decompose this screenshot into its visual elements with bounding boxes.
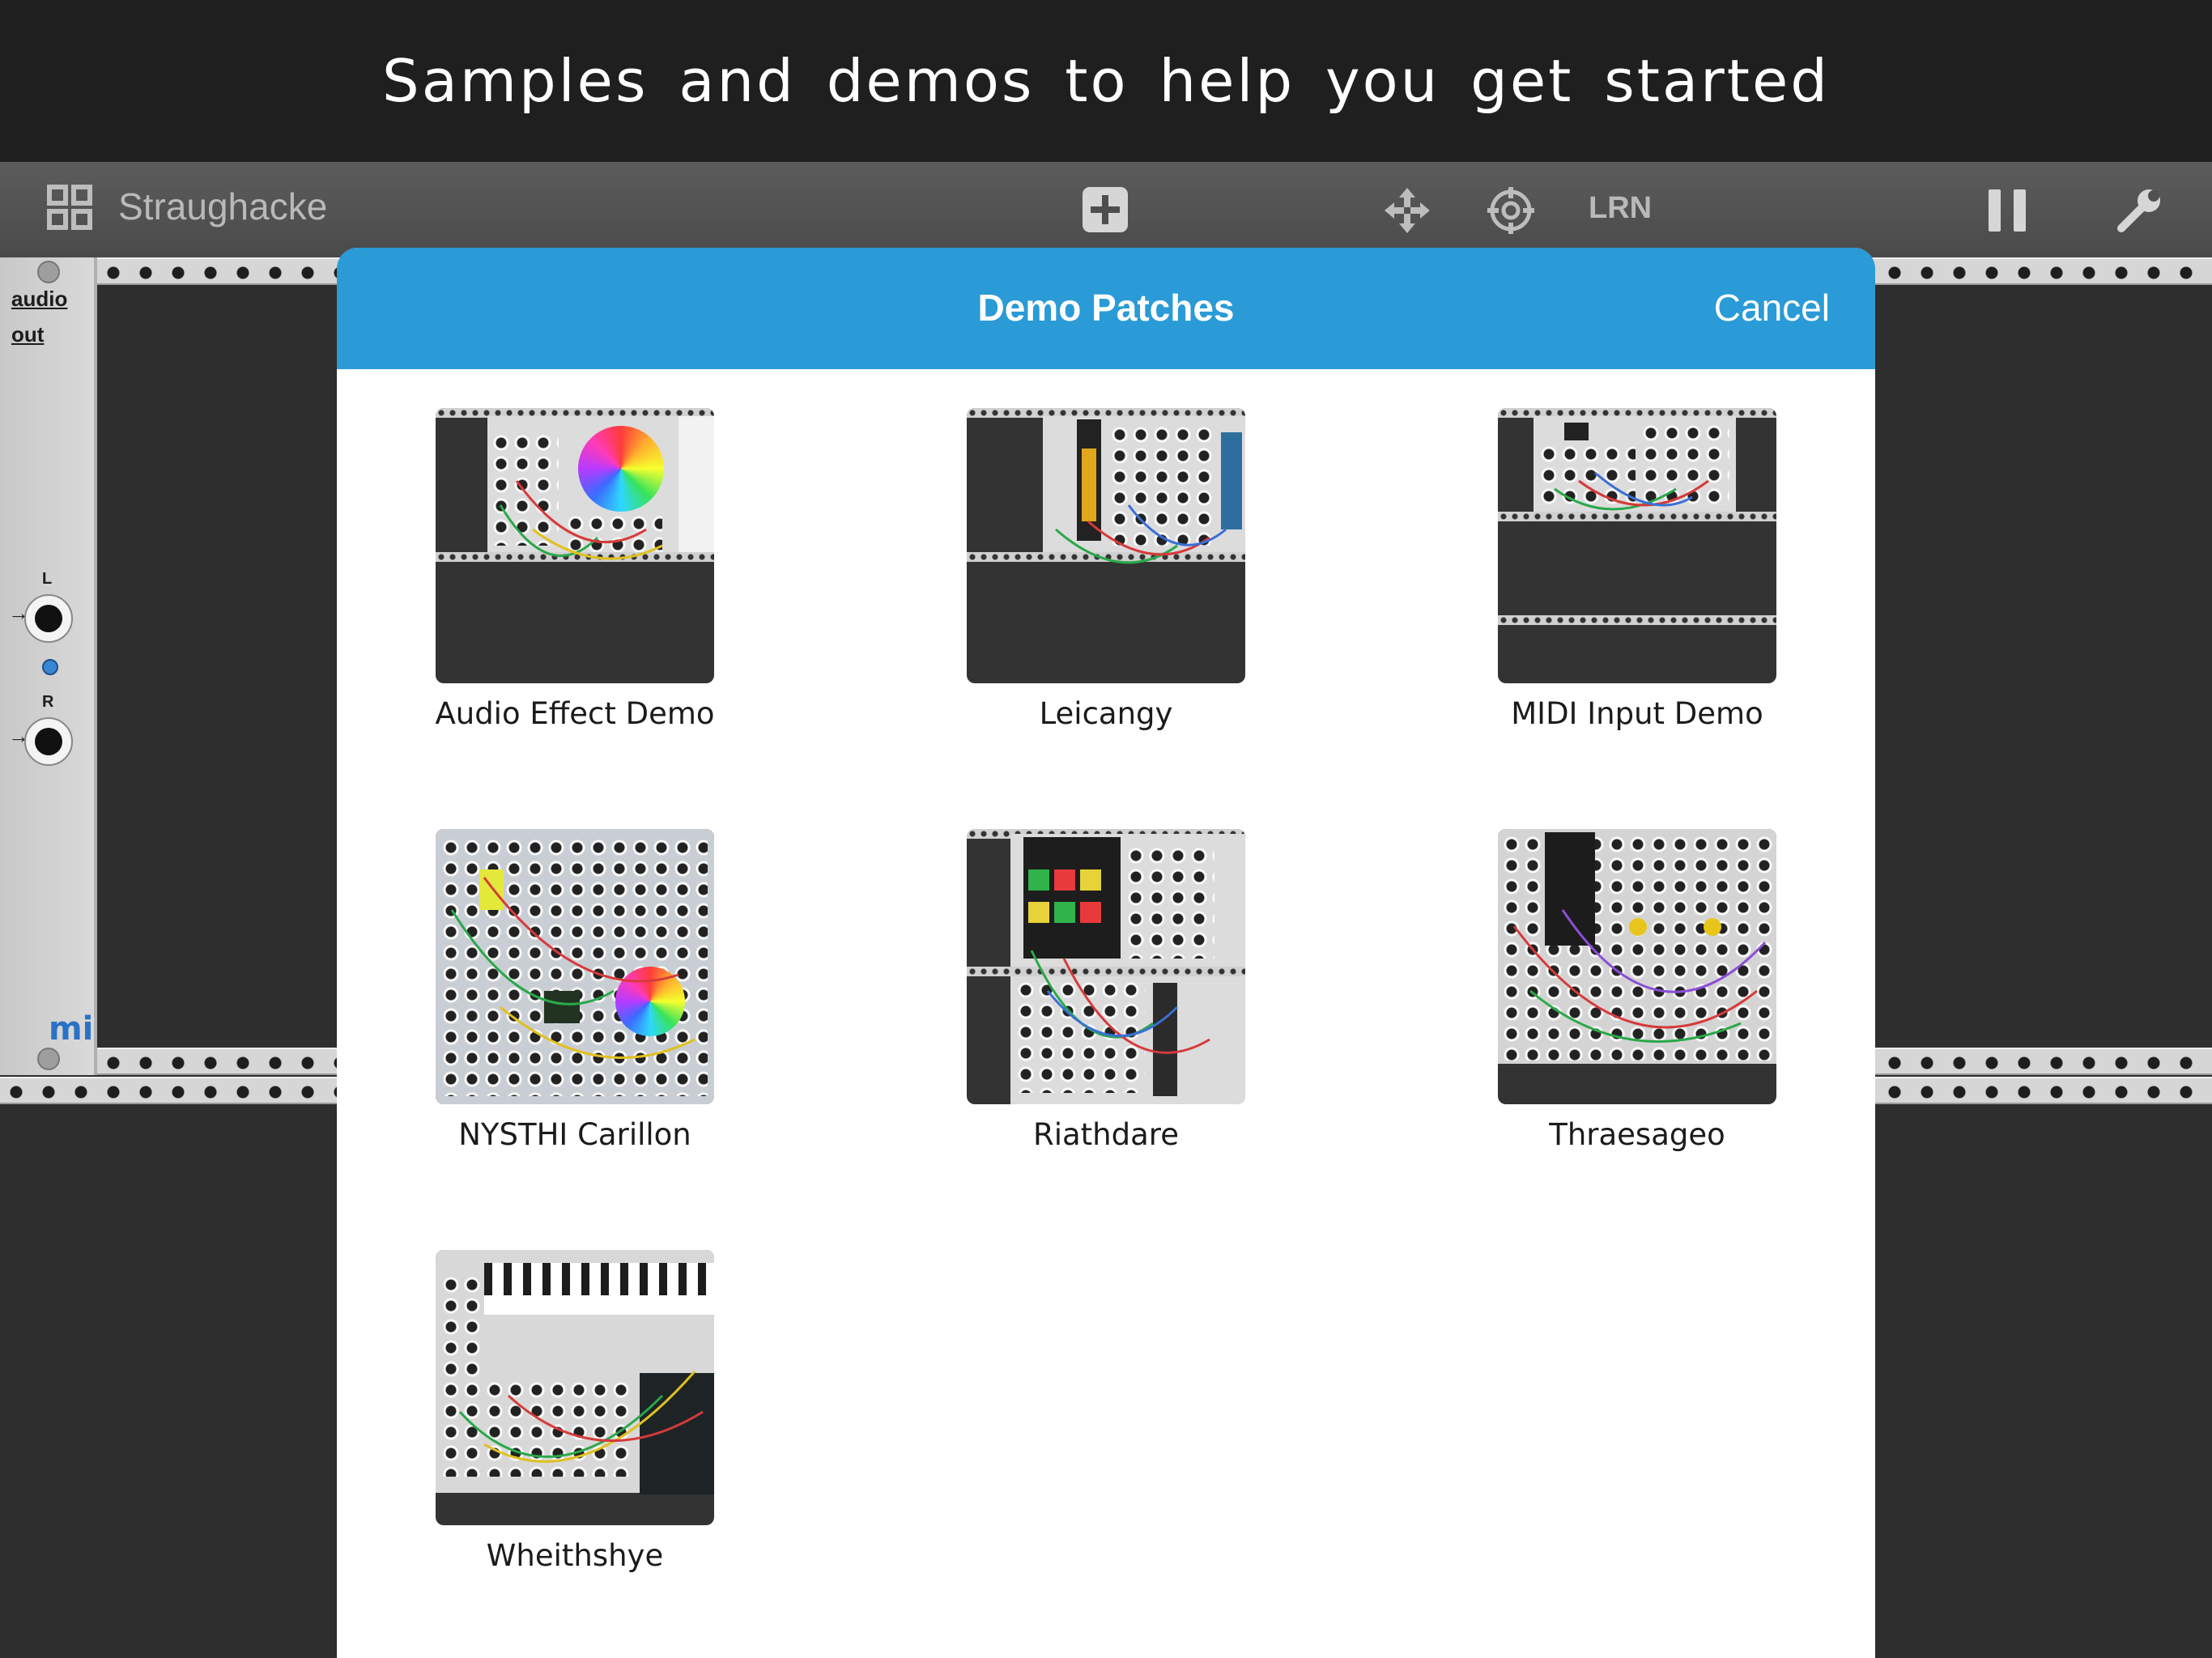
module-logo: mi [49,1010,94,1048]
left-channel-label: L [42,570,53,588]
patch-thumbnail[interactable] [967,829,1245,1104]
patch-tile-thraesageo[interactable]: Thraesageo [1498,829,1776,1152]
module-title-out: out [11,322,45,346]
patch-tile-audio-effect-demo[interactable]: Audio Effect Demo [435,408,715,731]
patch-name[interactable]: Straughacke [118,185,327,228]
target-icon[interactable] [1487,187,1534,234]
right-channel-label: R [42,693,54,711]
module-title-audio: audio [11,287,68,311]
app-root: Samples and demos to help you get starte… [0,0,2212,1658]
patch-thumbnail[interactable] [436,408,714,683]
cancel-button[interactable]: Cancel [1714,286,1830,329]
learn-button[interactable]: LRN [1589,191,1652,226]
screw-icon [37,261,60,283]
dialog-header: Demo Patches Cancel [337,248,1875,369]
patch-tile-nysthi-carillon[interactable]: NYSTHI Carillon [436,829,714,1152]
patch-tile-midi-input-demo[interactable]: MIDI Input Demo [1498,408,1776,731]
add-module-icon[interactable] [1083,187,1128,232]
right-input-jack[interactable] [24,717,73,766]
status-led [42,659,58,675]
patch-tile-riathdare[interactable]: Riathdare [967,829,1245,1152]
patch-thumbnail[interactable] [436,829,714,1104]
patch-tile-wheithshye[interactable]: Wheithshye [436,1250,714,1573]
demo-patches-dialog: Demo Patches Cancel Audio Effect Demo Le… [337,248,1875,1658]
patch-tile-leicangy[interactable]: Leicangy [967,408,1245,731]
audio-out-module[interactable]: audio out L → R → mi [0,257,97,1075]
patch-label: Riathdare [1033,1117,1179,1152]
patch-thumbnail[interactable] [967,408,1245,683]
patch-label: MIDI Input Demo [1511,696,1763,731]
patch-label: Leicangy [1039,696,1173,731]
wrench-icon[interactable] [2115,186,2163,235]
patch-label: Thraesageo [1549,1117,1725,1152]
patch-thumbnail[interactable] [1498,829,1776,1104]
screw-icon [37,1048,60,1070]
promo-banner: Samples and demos to help you get starte… [0,0,2212,162]
dialog-title: Demo Patches [977,287,1235,329]
patch-thumbnail[interactable] [1498,408,1776,683]
banner-text: Samples and demos to help you get starte… [382,47,1830,115]
left-input-jack[interactable] [24,594,73,643]
pause-icon[interactable] [1989,189,2027,232]
grid-icon[interactable] [47,185,92,230]
patch-label: Audio Effect Demo [435,696,715,731]
patch-thumbnail[interactable] [436,1250,714,1525]
move-icon[interactable] [1385,188,1430,233]
toolbar: Straughacke LRN [0,162,2212,257]
patch-label: NYSTHI Carillon [458,1117,691,1152]
patch-label: Wheithshye [486,1538,664,1573]
